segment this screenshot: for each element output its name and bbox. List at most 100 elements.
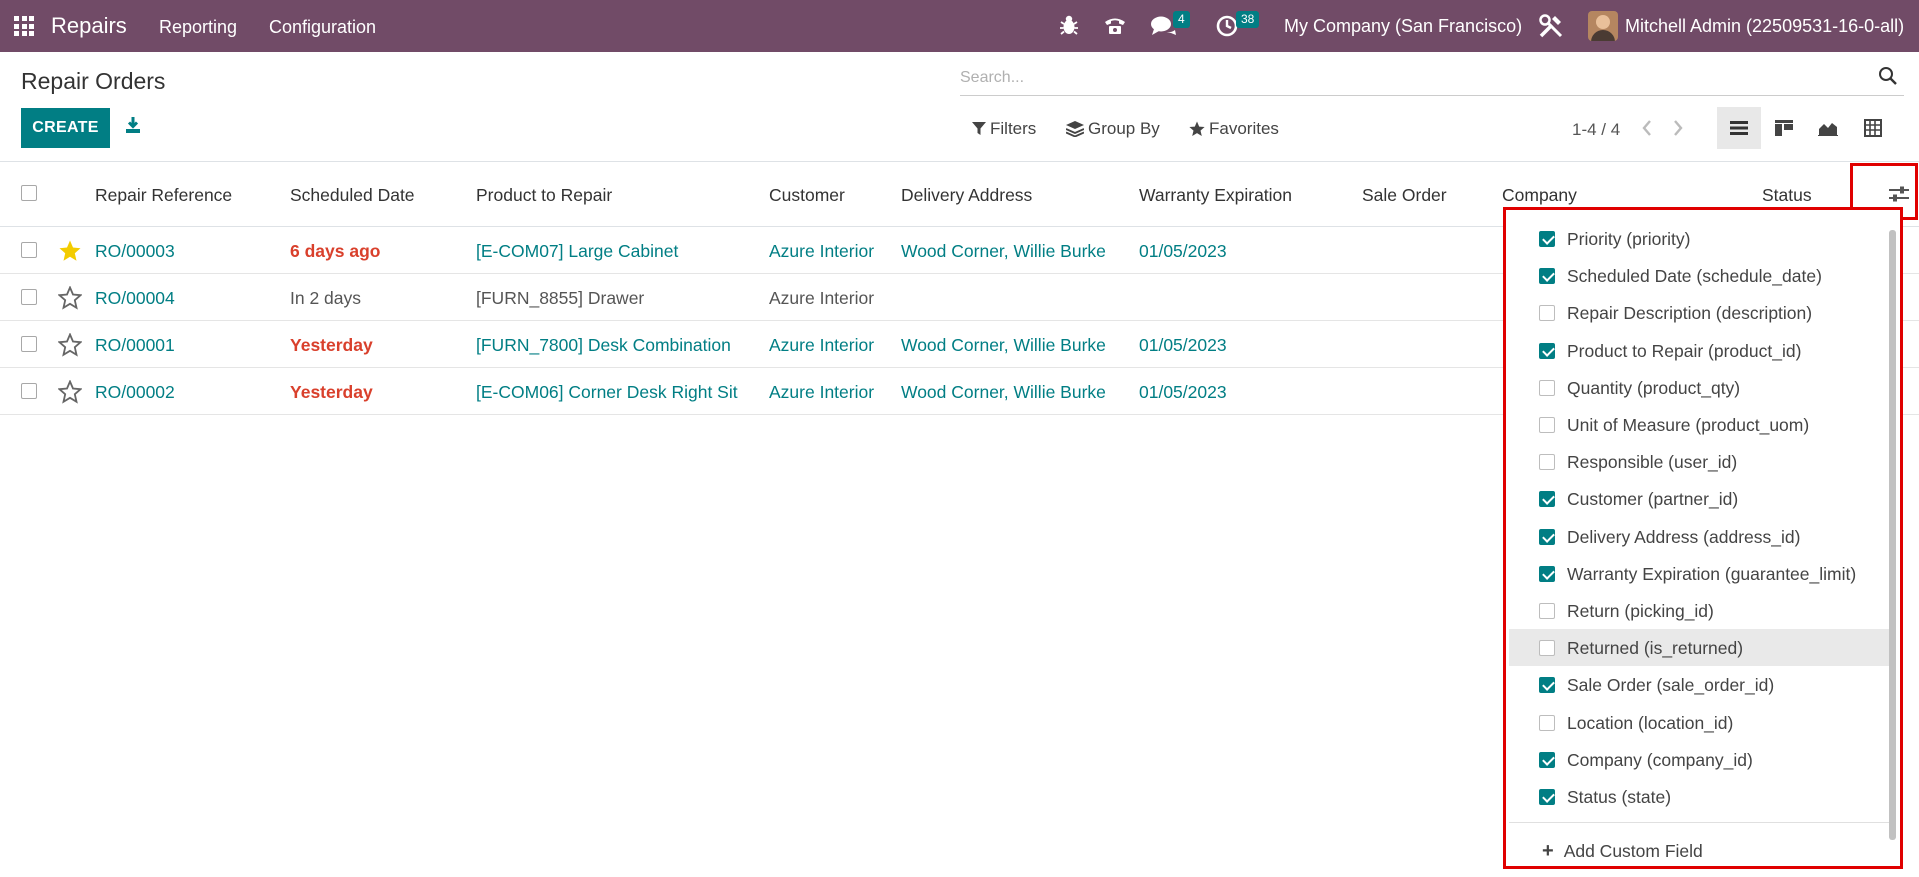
optional-column-checkbox[interactable] xyxy=(1539,379,1555,396)
optional-column-checkbox[interactable] xyxy=(1539,528,1555,545)
row-checkbox[interactable] xyxy=(21,289,37,305)
column-header-sale-order[interactable]: Sale Order xyxy=(1362,185,1447,206)
cell-customer[interactable]: Azure Interior xyxy=(769,241,874,262)
cell-product[interactable]: [E-COM07] Large Cabinet xyxy=(476,241,678,262)
pivot-view-button[interactable] xyxy=(1851,107,1895,149)
cell-customer[interactable]: Azure Interior xyxy=(769,288,874,309)
create-button[interactable]: CREATE xyxy=(21,108,110,148)
cell-product[interactable]: [FURN_7800] Desk Combination xyxy=(476,335,731,356)
optional-column-item[interactable]: Returned (is_returned) xyxy=(1509,629,1889,667)
pager-value[interactable]: 1-4 / 4 xyxy=(1572,120,1620,140)
dropdown-scrollbar[interactable] xyxy=(1889,230,1896,840)
optional-column-checkbox[interactable] xyxy=(1539,789,1555,805)
optional-column-item[interactable]: Unit of Measure (product_uom) xyxy=(1509,406,1889,443)
optional-columns-dropdown: Priority (priority) Scheduled Date (sched… xyxy=(1503,207,1903,869)
graph-view-button[interactable] xyxy=(1806,107,1850,149)
optional-column-item[interactable]: Sale Order (sale_order_id) xyxy=(1509,666,1889,703)
layers-icon xyxy=(1066,121,1084,137)
group-by-button[interactable]: Group By xyxy=(1066,119,1160,139)
row-checkbox[interactable] xyxy=(21,336,37,352)
optional-column-checkbox[interactable] xyxy=(1539,491,1555,508)
cell-delivery-address[interactable]: Wood Corner, Willie Burke xyxy=(901,335,1106,356)
column-header-delivery-address[interactable]: Delivery Address xyxy=(901,185,1032,206)
optional-column-item[interactable]: Repair Description (description) xyxy=(1509,294,1889,331)
optional-column-item[interactable]: Company (company_id) xyxy=(1509,741,1889,778)
optional-column-checkbox[interactable] xyxy=(1539,231,1555,247)
favorites-button[interactable]: Favorites xyxy=(1189,119,1279,139)
optional-column-checkbox[interactable] xyxy=(1539,603,1555,619)
optional-column-item[interactable]: Status (state) xyxy=(1509,778,1889,815)
optional-column-item[interactable]: Scheduled Date (schedule_date) xyxy=(1509,257,1889,294)
cell-scheduled-date: Yesterday xyxy=(290,382,373,402)
company-switcher[interactable]: My Company (San Francisco) xyxy=(1284,16,1522,37)
user-menu[interactable]: Mitchell Admin (22509531-16-0-all) xyxy=(1625,16,1904,37)
optional-column-label: Warranty Expiration (guarantee_limit) xyxy=(1567,563,1857,584)
optional-column-checkbox[interactable] xyxy=(1539,305,1555,322)
optional-column-item[interactable]: Quantity (product_qty) xyxy=(1509,369,1889,406)
cell-warranty-expiration: 01/05/2023 xyxy=(1139,335,1227,355)
pager-next-icon[interactable] xyxy=(1672,118,1684,144)
cell-product[interactable]: [E-COM06] Corner Desk Right Sit xyxy=(476,382,738,403)
add-custom-field-label: Add Custom Field xyxy=(1563,841,1703,861)
pager-previous-icon[interactable] xyxy=(1641,118,1653,144)
priority-star-icon[interactable] xyxy=(58,239,82,263)
app-name[interactable]: Repairs xyxy=(51,13,127,39)
column-header-scheduled-date[interactable]: Scheduled Date xyxy=(290,185,415,206)
column-header-warranty-expiration[interactable]: Warranty Expiration xyxy=(1139,185,1292,206)
optional-column-checkbox[interactable] xyxy=(1539,417,1555,433)
optional-column-checkbox[interactable] xyxy=(1539,454,1555,471)
debug-bug-icon[interactable] xyxy=(1059,14,1079,42)
optional-column-checkbox[interactable] xyxy=(1539,751,1555,768)
optional-column-checkbox[interactable] xyxy=(1539,677,1555,694)
phone-icon[interactable] xyxy=(1103,13,1127,41)
search-input[interactable] xyxy=(960,62,1860,94)
cell-customer[interactable]: Azure Interior xyxy=(769,335,874,356)
menu-reporting[interactable]: Reporting xyxy=(159,17,237,38)
select-all-checkbox[interactable] xyxy=(21,185,37,201)
priority-star-icon[interactable] xyxy=(57,379,83,404)
download-icon[interactable] xyxy=(124,116,142,134)
cell-repair-reference[interactable]: RO/00001 xyxy=(95,335,175,356)
row-checkbox[interactable] xyxy=(21,242,37,258)
optional-column-checkbox[interactable] xyxy=(1539,640,1555,657)
menu-configuration[interactable]: Configuration xyxy=(269,17,376,38)
search-icon[interactable] xyxy=(1878,66,1898,86)
cell-delivery-address[interactable]: Wood Corner, Willie Burke xyxy=(901,241,1106,262)
priority-star-icon[interactable] xyxy=(57,285,83,310)
column-header-status[interactable]: Status xyxy=(1762,185,1812,206)
cell-delivery-address[interactable]: Wood Corner, Willie Burke xyxy=(901,382,1106,403)
user-avatar[interactable] xyxy=(1588,11,1618,41)
cell-repair-reference[interactable]: RO/00002 xyxy=(95,382,175,403)
cell-customer[interactable]: Azure Interior xyxy=(769,382,874,403)
optional-column-label: Sale Order (sale_order_id) xyxy=(1567,675,1775,696)
optional-column-item[interactable]: Product to Repair (product_id) xyxy=(1509,332,1889,369)
optional-column-item[interactable]: Warranty Expiration (guarantee_limit) xyxy=(1509,555,1889,592)
apps-menu-icon[interactable] xyxy=(14,16,34,36)
optional-column-item[interactable]: Customer (partner_id) xyxy=(1509,480,1889,517)
list-icon xyxy=(1730,121,1748,135)
cell-repair-reference[interactable]: RO/00003 xyxy=(95,241,175,262)
optional-column-checkbox[interactable] xyxy=(1539,268,1555,285)
optional-column-item[interactable]: Delivery Address (address_id) xyxy=(1509,518,1889,555)
tools-settings-icon[interactable] xyxy=(1538,13,1564,41)
list-view-button[interactable] xyxy=(1717,107,1761,149)
optional-column-label: Company (company_id) xyxy=(1567,749,1753,770)
priority-star-icon[interactable] xyxy=(57,332,83,357)
optional-column-checkbox[interactable] xyxy=(1539,714,1555,731)
kanban-view-button[interactable] xyxy=(1762,107,1806,149)
column-header-customer[interactable]: Customer xyxy=(769,185,845,206)
cell-product[interactable]: [FURN_8855] Drawer xyxy=(476,288,644,309)
row-checkbox[interactable] xyxy=(21,383,37,399)
optional-column-item[interactable]: Priority (priority) xyxy=(1509,220,1889,257)
optional-column-item[interactable]: Responsible (user_id) xyxy=(1509,443,1889,480)
filters-button[interactable]: Filters xyxy=(972,119,1036,139)
column-header-company[interactable]: Company xyxy=(1502,185,1577,206)
optional-column-item[interactable]: Return (picking_id) xyxy=(1509,592,1889,629)
add-custom-field-button[interactable]: + Add Custom Field xyxy=(1542,840,1703,863)
column-header-repair-reference[interactable]: Repair Reference xyxy=(95,185,232,206)
optional-column-checkbox[interactable] xyxy=(1539,565,1555,582)
cell-repair-reference[interactable]: RO/00004 xyxy=(95,288,175,309)
column-header-product[interactable]: Product to Repair xyxy=(476,185,612,206)
optional-column-checkbox[interactable] xyxy=(1539,342,1555,359)
optional-column-item[interactable]: Location (location_id) xyxy=(1509,704,1889,741)
